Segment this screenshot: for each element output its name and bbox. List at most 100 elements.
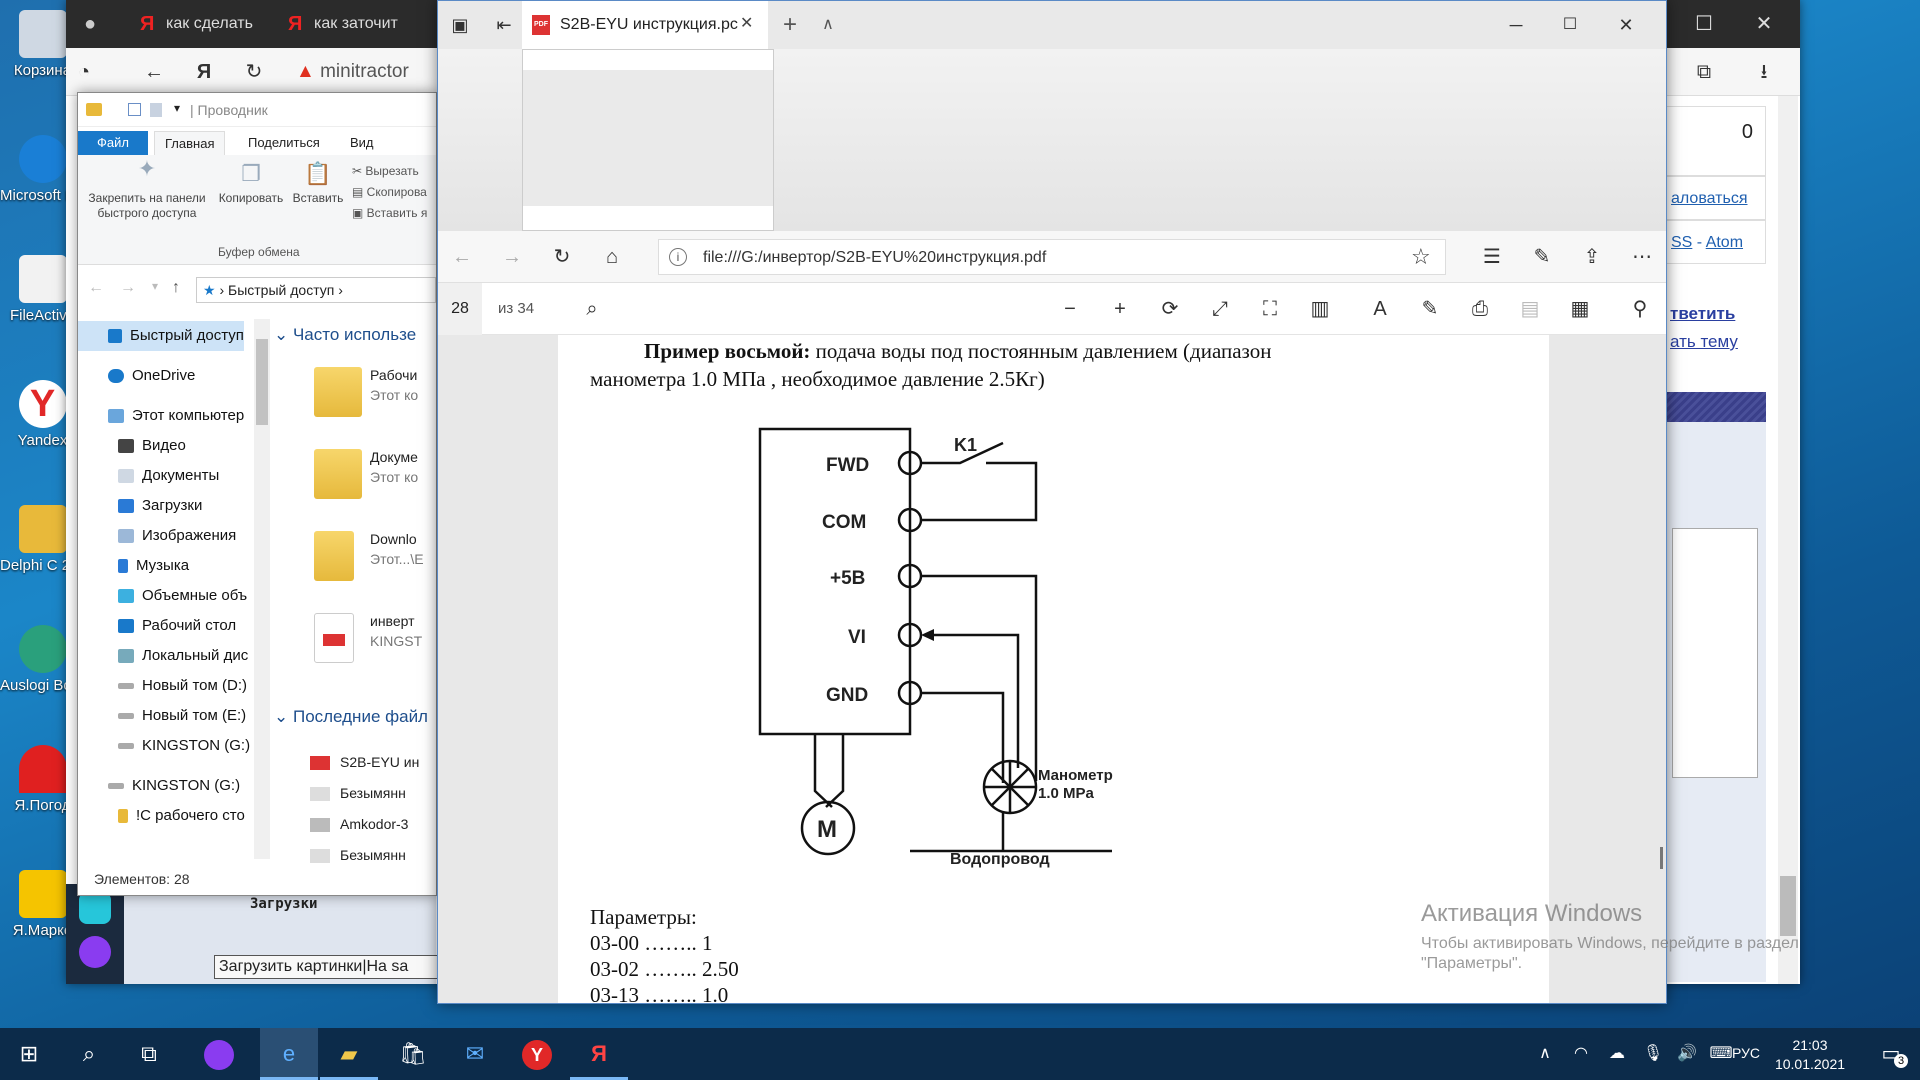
- nav-kingston[interactable]: KINGSTON (G:): [78, 771, 240, 801]
- minimize-icon[interactable]: ─: [1498, 7, 1534, 43]
- draw-icon[interactable]: ✎: [1412, 291, 1448, 327]
- search-icon[interactable]: ⌕: [60, 1028, 118, 1080]
- profile-icon[interactable]: ●: [76, 6, 104, 42]
- copy-path-button[interactable]: ▤ Скопирова: [352, 182, 427, 203]
- paste-shortcut-button[interactable]: ▣ Вставить я: [352, 203, 427, 224]
- messenger-icon[interactable]: [79, 892, 111, 924]
- nav-downloads[interactable]: Загрузки: [78, 491, 202, 521]
- edge-taskbar-icon[interactable]: e: [260, 1028, 318, 1080]
- browser-tab-1[interactable]: Якак сделать: [126, 8, 268, 40]
- windows-start-icon[interactable]: ⊞: [0, 1028, 58, 1080]
- cut-button[interactable]: ✂ Вырезать: [352, 161, 427, 182]
- nav-video[interactable]: Видео: [78, 431, 186, 461]
- forward-arrow-icon[interactable]: →: [494, 239, 530, 275]
- copy-button[interactable]: ❐ Копировать: [214, 161, 288, 205]
- nav-local-disk[interactable]: Локальный дис: [78, 641, 248, 671]
- print-icon[interactable]: ⎙: [1462, 291, 1498, 327]
- onedrive-cloud-icon[interactable]: ☁: [1602, 1028, 1632, 1080]
- reload-icon[interactable]: ↻: [236, 54, 272, 90]
- reply-link[interactable]: тветить: [1666, 304, 1766, 324]
- download-icon[interactable]: ⭳: [1746, 54, 1782, 90]
- back-arrow-icon[interactable]: ←: [88, 279, 104, 297]
- frequent-item-downloads[interactable]: Downlo Этот...\E: [370, 529, 424, 569]
- maximize-icon[interactable]: ☐: [1552, 7, 1588, 43]
- ribbon-tab-share[interactable]: Поделиться: [238, 131, 330, 155]
- page-view-icon[interactable]: ▥: [1302, 291, 1338, 327]
- frequent-item-documents[interactable]: Докуме Этот ко: [370, 447, 418, 487]
- nav-desktop-folder[interactable]: !С рабочего сто: [78, 801, 245, 831]
- ribbon-tab-view[interactable]: Вид: [340, 131, 384, 155]
- ribbon-tab-file[interactable]: Файл: [78, 131, 148, 155]
- clock[interactable]: 21:03 10.01.2021: [1770, 1036, 1850, 1074]
- recent-file-item[interactable]: Безымянн: [310, 840, 419, 869]
- nav-documents[interactable]: Документы: [78, 461, 219, 491]
- reload-icon[interactable]: ↻: [544, 239, 580, 275]
- volume-icon[interactable]: 🔊: [1672, 1028, 1702, 1080]
- pdf-tab[interactable]: PDF S2B-EYU инструкция.pc ✕: [522, 1, 768, 49]
- nav-onedrive[interactable]: OneDrive: [78, 361, 195, 391]
- info-icon[interactable]: i: [669, 248, 687, 266]
- register-link[interactable]: аловаться: [1666, 176, 1766, 220]
- nav-drive-g[interactable]: KINGSTON (G:): [78, 731, 250, 761]
- full-screen-icon[interactable]: ⛶: [1252, 291, 1288, 327]
- favorite-star-icon[interactable]: ☆: [1411, 244, 1431, 270]
- favorites-list-icon[interactable]: ☰: [1474, 239, 1510, 275]
- up-arrow-icon[interactable]: ↑: [172, 279, 180, 297]
- back-arrow-icon[interactable]: ←: [136, 54, 172, 90]
- zoom-out-icon[interactable]: −: [1052, 291, 1088, 327]
- close-icon[interactable]: ✕: [1746, 6, 1782, 42]
- pen-notes-icon[interactable]: ✎: [1524, 239, 1560, 275]
- properties-icon[interactable]: [128, 103, 141, 116]
- save-as-icon[interactable]: ▦: [1562, 291, 1598, 327]
- pin-quick-access-button[interactable]: ✦ Закрепить на панели быстрого доступа: [82, 158, 212, 221]
- back-arrow-icon[interactable]: ←: [444, 239, 480, 275]
- alice-taskbar-icon[interactable]: [190, 1028, 248, 1080]
- maximize-icon[interactable]: ☐: [1686, 6, 1722, 42]
- zoom-in-icon[interactable]: +: [1102, 291, 1138, 327]
- action-center-icon[interactable]: ▭ 3: [1862, 1028, 1920, 1080]
- search-icon[interactable]: ⌕: [574, 291, 610, 327]
- rotate-icon[interactable]: ⟳: [1152, 291, 1188, 327]
- close-icon[interactable]: ✕: [1608, 7, 1644, 43]
- yandex-taskbar-icon[interactable]: Я: [570, 1028, 628, 1080]
- nav-music[interactable]: Музыка: [78, 551, 189, 581]
- yandex-logo-icon[interactable]: Я: [186, 54, 222, 90]
- recent-file-item[interactable]: Amkodor-3: [310, 809, 419, 840]
- tab-preview-thumbnail[interactable]: [522, 49, 774, 231]
- task-view-icon[interactable]: ⧉: [120, 1028, 178, 1080]
- new-tab-icon[interactable]: +: [772, 7, 808, 43]
- save-icon[interactable]: ▤: [1512, 291, 1548, 327]
- nav-this-pc[interactable]: Этот компьютер: [78, 401, 244, 431]
- recent-file-item[interactable]: S2B-EYU ин: [310, 747, 419, 778]
- new-folder-icon[interactable]: [150, 103, 162, 117]
- recent-files-header[interactable]: ⌄ Последние файл: [274, 707, 428, 727]
- notification-bell-icon[interactable]: ◔: [66, 54, 102, 90]
- explorer-address-bar[interactable]: ★ › Быстрый доступ ›: [196, 277, 436, 303]
- new-topic-link[interactable]: ать тему: [1666, 332, 1766, 352]
- store-taskbar-icon[interactable]: 🛍: [384, 1028, 442, 1080]
- microphone-icon[interactable]: 🎙: [1638, 1028, 1668, 1080]
- tab-close-icon[interactable]: ✕: [740, 13, 753, 33]
- message-textarea[interactable]: [1672, 528, 1758, 778]
- ribbon-tab-home[interactable]: Главная: [154, 131, 226, 155]
- set-aside-tabs-icon[interactable]: ⇤: [486, 7, 522, 43]
- nav-pictures[interactable]: Изображения: [78, 521, 236, 551]
- nav-drive-d[interactable]: Новый том (D:): [78, 671, 247, 701]
- frequent-item-inverter[interactable]: инверт KINGST: [370, 611, 422, 651]
- nav-drive-e[interactable]: Новый том (E:): [78, 701, 246, 731]
- customize-dropdown-icon[interactable]: ▾: [174, 101, 180, 115]
- nav-scrollbar[interactable]: [254, 319, 270, 859]
- yandex-browser-taskbar-icon[interactable]: Y: [508, 1028, 566, 1080]
- pdf-scrollbar[interactable]: [1660, 847, 1663, 869]
- recent-file-item[interactable]: Безымянн: [310, 778, 419, 809]
- forward-arrow-icon[interactable]: →: [120, 279, 136, 297]
- share-icon[interactable]: ⇪: [1574, 239, 1610, 275]
- read-aloud-icon[interactable]: A: [1362, 291, 1398, 327]
- more-menu-icon[interactable]: ⋯: [1624, 239, 1660, 275]
- page-number-input[interactable]: 28: [438, 283, 482, 335]
- frequent-item-desktop[interactable]: Рабочи Этот ко: [370, 365, 418, 405]
- home-icon[interactable]: ⌂: [594, 239, 630, 275]
- translate-icon[interactable]: ⧉: [1686, 54, 1722, 90]
- nav-quick-access[interactable]: Быстрый доступ: [78, 321, 244, 351]
- browser-tab-2[interactable]: Якак заточит: [274, 8, 416, 40]
